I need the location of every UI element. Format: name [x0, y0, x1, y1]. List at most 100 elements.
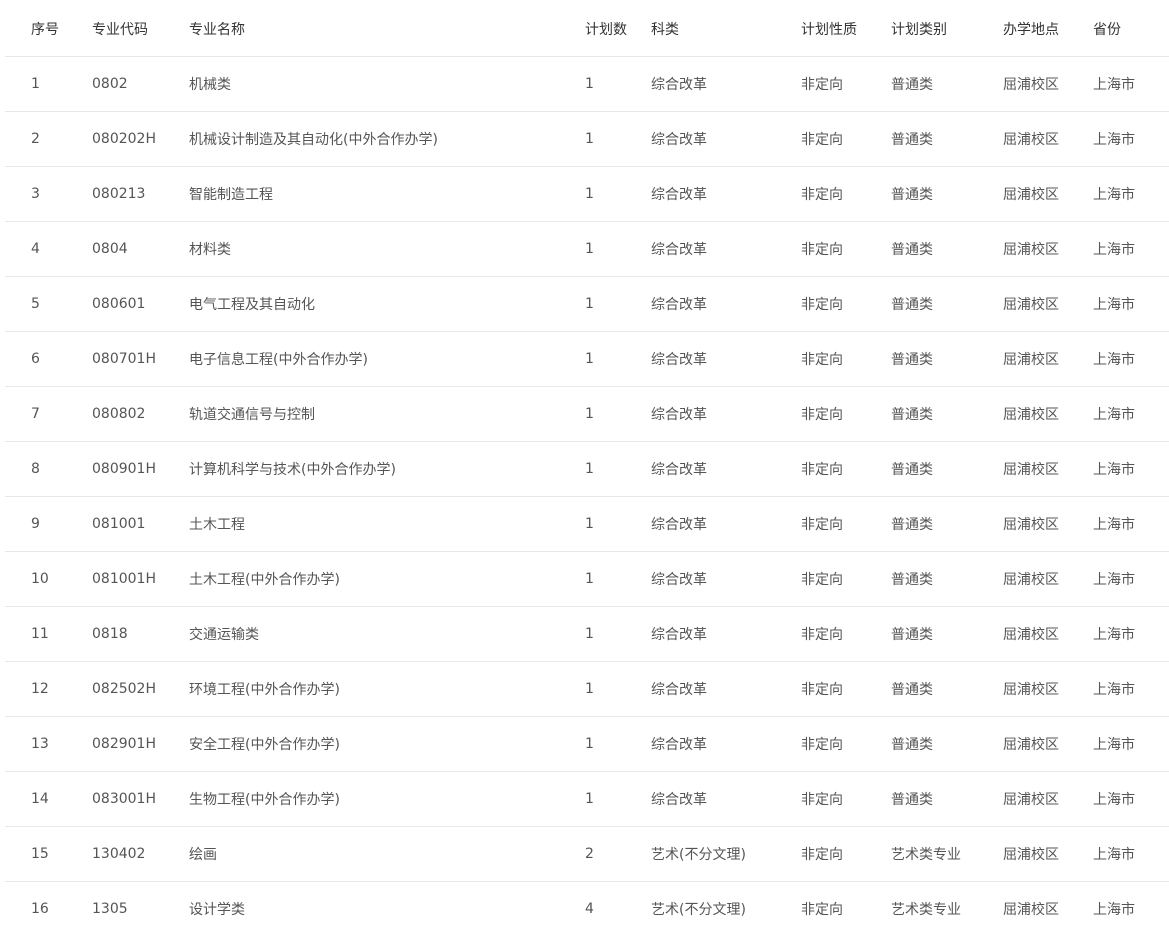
header-plan-count: 计划数	[585, 2, 651, 57]
table-header: 序号 专业代码 专业名称 计划数 科类 计划性质 计划类别 办学地点 省份	[5, 2, 1169, 57]
cell-subject-category: 艺术(不分文理)	[651, 826, 801, 882]
cell-major-name: 机械设计制造及其自动化(中外合作办学)	[189, 111, 585, 167]
admission-plan-table-container: 序号 专业代码 专业名称 计划数 科类 计划性质 计划类别 办学地点 省份 10…	[5, 2, 1169, 936]
cell-plan-nature: 非定向	[801, 386, 891, 442]
table-row: 10 081001H 土木工程(中外合作办学) 1 综合改革 非定向 普通类 屈浦校区 上海市	[5, 551, 1169, 607]
header-province: 省份	[1093, 2, 1169, 57]
cell-index: 13	[5, 716, 92, 772]
cell-major-name: 设计学类	[189, 902, 245, 918]
cell-campus: 屈浦校区	[1003, 902, 1059, 918]
cell-campus: 屈浦校区	[1003, 496, 1093, 552]
cell-major-name: 生物工程(中外合作办学)	[189, 771, 585, 827]
cell-subject-category: 综合改革	[651, 496, 801, 552]
cell-index: 10	[5, 551, 92, 607]
cell-campus: 屈浦校区	[1003, 276, 1093, 332]
header-plan-type: 计划类别	[891, 2, 1003, 57]
cell-plan-type: 普通类	[891, 56, 1003, 112]
cell-major-name: 材料类	[189, 221, 585, 277]
cell-plan-type: 普通类	[891, 771, 1003, 827]
cell-index: 3	[5, 166, 92, 222]
cell-plan-nature: 非定向	[801, 111, 891, 167]
header-subject-category: 科类	[651, 2, 801, 57]
cell-province: 上海市	[1093, 166, 1169, 222]
table-row: 14 083001H 生物工程(中外合作办学) 1 综合改革 非定向 普通类 屈浦校区 上海市	[5, 771, 1169, 827]
cell-province: 上海市	[1093, 902, 1135, 918]
table-row: 3 080213 智能制造工程 1 综合改革 非定向 普通类 屈浦校区 上海市	[5, 166, 1169, 222]
cell-province: 上海市	[1093, 331, 1169, 387]
cell-major-name: 电气工程及其自动化	[189, 276, 585, 332]
cell-plan-nature: 非定向	[801, 902, 843, 918]
cell-plan-type: 普通类	[891, 441, 1003, 497]
cell-index: 16	[31, 901, 49, 917]
cell-campus: 屈浦校区	[1003, 771, 1093, 827]
cell-plan-type: 普通类	[891, 661, 1003, 717]
table-row: 16 1305 设计学类 4 艺术(不分文理) 非定向 艺术类专业 屈浦校区 上海市	[5, 882, 1169, 937]
cell-province: 上海市	[1093, 661, 1169, 717]
cell-campus: 屈浦校区	[1003, 111, 1093, 167]
cell-plan-count: 1	[585, 276, 651, 332]
cell-plan-count: 1	[585, 386, 651, 442]
cell-plan-count: 1	[585, 771, 651, 827]
table-row: 1 0802 机械类 1 综合改革 非定向 普通类 屈浦校区 上海市	[5, 56, 1169, 112]
cell-subject-category: 综合改革	[651, 716, 801, 772]
cell-major-name: 环境工程(中外合作办学)	[189, 661, 585, 717]
cell-plan-type: 普通类	[891, 166, 1003, 222]
cell-index: 7	[5, 386, 92, 442]
cell-plan-count: 1	[585, 166, 651, 222]
cell-plan-count: 1	[585, 221, 651, 277]
cell-plan-nature: 非定向	[801, 606, 891, 662]
cell-province: 上海市	[1093, 606, 1169, 662]
cell-major-code: 1305	[92, 901, 128, 917]
table-row: 5 080601 电气工程及其自动化 1 综合改革 非定向 普通类 屈浦校区 上海市	[5, 276, 1169, 332]
cell-major-name: 机械类	[189, 56, 585, 112]
cell-major-code: 080802	[92, 386, 189, 442]
cell-province: 上海市	[1093, 496, 1169, 552]
cell-major-name: 土木工程(中外合作办学)	[189, 551, 585, 607]
cell-subject-category: 综合改革	[651, 276, 801, 332]
cell-plan-type: 艺术类专业	[891, 826, 1003, 882]
cell-campus: 屈浦校区	[1003, 56, 1093, 112]
cell-plan-nature: 非定向	[801, 826, 891, 882]
admission-plan-table: 序号 专业代码 专业名称 计划数 科类 计划性质 计划类别 办学地点 省份 10…	[5, 2, 1169, 936]
cell-plan-count: 1	[585, 56, 651, 112]
table-row: 4 0804 材料类 1 综合改革 非定向 普通类 屈浦校区 上海市	[5, 221, 1169, 277]
cell-index: 15	[5, 826, 92, 882]
table-row: 8 080901H 计算机科学与技术(中外合作办学) 1 综合改革 非定向 普通类 屈浦校区上…	[5, 441, 1169, 497]
cell-campus: 屈浦校区	[1003, 826, 1093, 882]
table-row: 13 082901H 安全工程(中外合作办学) 1 综合改革 非定向 普通类 屈浦校区 上海市	[5, 716, 1169, 772]
cell-plan-count: 1	[585, 661, 651, 717]
cell-campus: 屈浦校区	[1003, 331, 1093, 387]
cell-campus: 屈浦校区	[1003, 606, 1093, 662]
cell-province: 上海市	[1093, 441, 1169, 497]
cell-subject-category: 综合改革	[651, 111, 801, 167]
cell-major-code: 081001H	[92, 551, 189, 607]
cell-major-code: 080601	[92, 276, 189, 332]
cell-major-name: 智能制造工程	[189, 166, 585, 222]
cell-province: 上海市	[1093, 276, 1169, 332]
cell-major-name: 轨道交通信号与控制	[189, 386, 585, 442]
cell-campus: 屈浦校区	[1003, 716, 1093, 772]
cell-major-name: 电子信息工程(中外合作办学)	[189, 331, 585, 387]
cell-plan-nature: 非定向	[801, 496, 891, 552]
cell-index: 14	[5, 771, 92, 827]
cell-major-name: 绘画	[189, 826, 585, 882]
cell-subject-category: 综合改革	[651, 56, 801, 112]
cell-plan-count: 1	[585, 441, 651, 497]
header-index: 序号	[5, 2, 92, 57]
table-row: 9 081001 土木工程 1 综合改革 非定向 普通类 屈浦校区 上海市	[5, 496, 1169, 552]
cell-plan-type: 普通类	[891, 111, 1003, 167]
cell-subject-category: 综合改革	[651, 661, 801, 717]
cell-province: 上海市	[1093, 826, 1169, 882]
cell-plan-nature: 非定向	[801, 56, 891, 112]
cell-index: 2	[5, 111, 92, 167]
cell-province: 上海市	[1093, 386, 1169, 442]
cell-subject-category: 综合改革	[651, 166, 801, 222]
cell-index: 8	[5, 441, 92, 497]
cell-subject-category: 综合改革	[651, 441, 801, 497]
cell-campus: 屈浦校区	[1003, 386, 1093, 442]
cell-province: 上海市	[1093, 771, 1169, 827]
cell-major-name: 交通运输类	[189, 606, 585, 662]
cell-major-code: 083001H	[92, 771, 189, 827]
cell-plan-nature: 非定向	[801, 276, 891, 332]
cell-index: 12	[5, 661, 92, 717]
